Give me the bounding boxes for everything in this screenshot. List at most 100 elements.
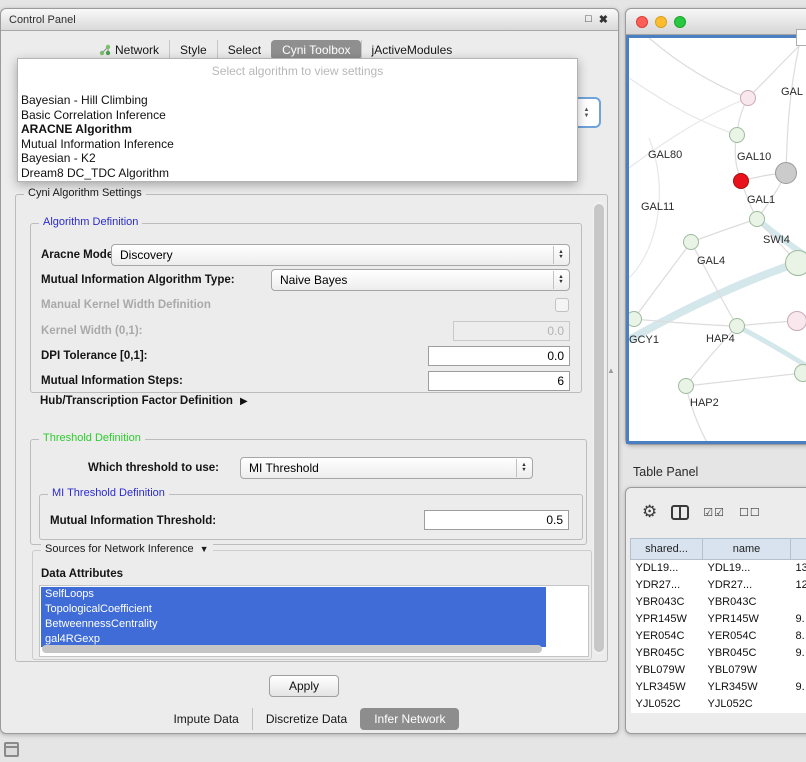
dropdown-item-selected[interactable]: ARACNE Algorithm bbox=[18, 122, 577, 137]
cell[interactable]: YPR145W bbox=[703, 611, 791, 628]
cell[interactable]: YBR043C bbox=[703, 594, 791, 611]
dpi-tolerance-field[interactable]: 0.0 bbox=[428, 346, 570, 366]
cell[interactable] bbox=[791, 696, 806, 713]
cell[interactable]: YJL052C bbox=[631, 696, 703, 713]
sources-group: Sources for Network Inference ▼ Data Att… bbox=[32, 550, 592, 660]
tab-impute-data[interactable]: Impute Data bbox=[160, 708, 251, 730]
tab-jactivemodules[interactable]: jActiveModules bbox=[361, 40, 463, 60]
cell[interactable]: YDR27... bbox=[631, 577, 703, 594]
table-row[interactable]: YJL052CYJL052C bbox=[631, 696, 806, 713]
close-button[interactable] bbox=[636, 16, 648, 28]
attribute-item-selected[interactable]: TopologicalCoefficient bbox=[41, 602, 546, 617]
cell[interactable]: YBR045C bbox=[703, 645, 791, 662]
kernel-width-field[interactable]: 0.0 bbox=[453, 321, 570, 341]
network-node-selected[interactable] bbox=[733, 173, 749, 189]
cell[interactable]: YPR145W bbox=[631, 611, 703, 628]
table-row[interactable]: YDR27...YDR27...12 bbox=[631, 577, 806, 594]
dropdown-item[interactable]: Bayesian - Hill Climbing bbox=[18, 93, 577, 108]
network-node[interactable] bbox=[749, 211, 765, 227]
cell[interactable]: YBL079W bbox=[703, 662, 791, 679]
sources-toggle[interactable]: Sources for Network Inference ▼ bbox=[41, 543, 213, 555]
tab-discretize-data[interactable]: Discretize Data bbox=[252, 708, 360, 730]
float-window-icon[interactable]: □ bbox=[585, 13, 592, 26]
clear-all-checks-icon[interactable]: ☐☐ bbox=[739, 506, 761, 519]
columns-icon[interactable] bbox=[671, 505, 689, 520]
tab-network[interactable]: Network bbox=[89, 40, 169, 60]
cell[interactable] bbox=[791, 594, 806, 611]
gear-icon[interactable]: ⚙ bbox=[642, 502, 657, 522]
cell[interactable]: YDL19... bbox=[703, 560, 791, 577]
cell[interactable]: YER054C bbox=[703, 628, 791, 645]
settings-scrollbar[interactable] bbox=[593, 202, 605, 654]
cell[interactable]: 8. bbox=[791, 628, 806, 645]
mi-type-select[interactable]: Naive Bayes ▲▼ bbox=[271, 269, 570, 291]
attribute-list[interactable]: SelfLoops TopologicalCoefficient Between… bbox=[39, 585, 589, 657]
network-node[interactable] bbox=[785, 250, 806, 276]
cell[interactable]: YJL052C bbox=[703, 696, 791, 713]
network-node[interactable] bbox=[787, 311, 806, 331]
network-canvas[interactable]: GAL GAL80 GAL10 GAL11 GAL1 SWI4 GAL4 GCY… bbox=[626, 35, 806, 444]
cell[interactable]: YLR345W bbox=[631, 679, 703, 696]
cell[interactable] bbox=[791, 662, 806, 679]
cell[interactable]: YLR345W bbox=[703, 679, 791, 696]
hub-definition-toggle[interactable]: Hub/Transcription Factor Definition ▶ bbox=[40, 395, 248, 407]
cell[interactable]: YER054C bbox=[631, 628, 703, 645]
manual-kernel-checkbox[interactable] bbox=[555, 298, 569, 312]
tab-style[interactable]: Style bbox=[169, 40, 217, 60]
zoom-button[interactable] bbox=[674, 16, 686, 28]
cell[interactable]: YBR045C bbox=[631, 645, 703, 662]
panel-splitter-handle[interactable]: ▲ bbox=[607, 366, 615, 375]
network-node[interactable] bbox=[683, 234, 699, 250]
network-node[interactable] bbox=[729, 318, 745, 334]
cell[interactable]: 9. bbox=[791, 645, 806, 662]
table-row[interactable]: YER054CYER054C8. bbox=[631, 628, 806, 645]
minimize-button[interactable] bbox=[655, 16, 667, 28]
table-row[interactable]: YLR345WYLR345W9. bbox=[631, 679, 806, 696]
column-header[interactable]: shared... bbox=[631, 539, 703, 560]
control-panel-titlebar[interactable]: Control Panel □ ✖ bbox=[1, 9, 618, 31]
cell[interactable]: YBR043C bbox=[631, 594, 703, 611]
dropdown-item[interactable]: Basic Correlation Inference bbox=[18, 108, 577, 123]
select-all-checks-icon[interactable]: ☑☑ bbox=[703, 506, 725, 519]
scrollbar-thumb[interactable] bbox=[594, 204, 604, 652]
cell[interactable]: 9. bbox=[791, 611, 806, 628]
cell[interactable]: YBL079W bbox=[631, 662, 703, 679]
mi-steps-field[interactable]: 6 bbox=[428, 371, 570, 391]
table-row[interactable]: YPR145WYPR145W9. bbox=[631, 611, 806, 628]
node-attribute-table: shared... name YDL19...YDL19...13 YDR27.… bbox=[630, 538, 806, 713]
tab-cyni-toolbox[interactable]: Cyni Toolbox bbox=[271, 40, 360, 60]
sources-title: Sources for Network Inference bbox=[45, 543, 194, 555]
cell[interactable]: 9. bbox=[791, 679, 806, 696]
cell[interactable]: YDL19... bbox=[631, 560, 703, 577]
column-header[interactable]: name bbox=[703, 539, 791, 560]
aracne-mode-select[interactable]: Discovery ▲▼ bbox=[111, 244, 570, 266]
tab-select[interactable]: Select bbox=[217, 40, 271, 60]
tab-infer-network[interactable]: Infer Network bbox=[360, 708, 458, 730]
attribute-item-selected[interactable]: SelfLoops bbox=[41, 587, 546, 602]
dropdown-item[interactable]: Mutual Information Inference bbox=[18, 137, 577, 152]
mi-threshold-field[interactable]: 0.5 bbox=[424, 510, 569, 530]
network-node[interactable] bbox=[678, 378, 694, 394]
network-window-titlebar[interactable] bbox=[626, 9, 806, 35]
network-node[interactable] bbox=[775, 162, 797, 184]
apply-button[interactable]: Apply bbox=[269, 675, 339, 697]
list-horizontal-scrollbar[interactable] bbox=[42, 645, 542, 653]
table-row[interactable]: YBR043CYBR043C bbox=[631, 594, 806, 611]
network-node[interactable] bbox=[794, 364, 806, 382]
docked-panel-icon[interactable] bbox=[4, 742, 19, 757]
cell[interactable]: YDR27... bbox=[703, 577, 791, 594]
dropdown-item[interactable]: Bayesian - K2 bbox=[18, 151, 577, 166]
close-window-icon[interactable]: ✖ bbox=[599, 13, 608, 26]
table-row[interactable]: YDL19...YDL19...13 bbox=[631, 560, 806, 577]
network-node[interactable] bbox=[626, 311, 642, 327]
cell[interactable]: 12 bbox=[791, 577, 806, 594]
which-threshold-select[interactable]: MI Threshold ▲▼ bbox=[240, 457, 533, 479]
attribute-item-selected[interactable]: BetweennessCentrality bbox=[41, 617, 546, 632]
dropdown-item[interactable]: Dream8 DC_TDC Algorithm bbox=[18, 166, 577, 181]
table-row[interactable]: YBL079WYBL079W bbox=[631, 662, 806, 679]
cell[interactable]: 13 bbox=[791, 560, 806, 577]
network-node[interactable] bbox=[740, 90, 756, 106]
network-node[interactable] bbox=[729, 127, 745, 143]
column-header[interactable] bbox=[791, 539, 806, 560]
table-row[interactable]: YBR045CYBR045C9. bbox=[631, 645, 806, 662]
